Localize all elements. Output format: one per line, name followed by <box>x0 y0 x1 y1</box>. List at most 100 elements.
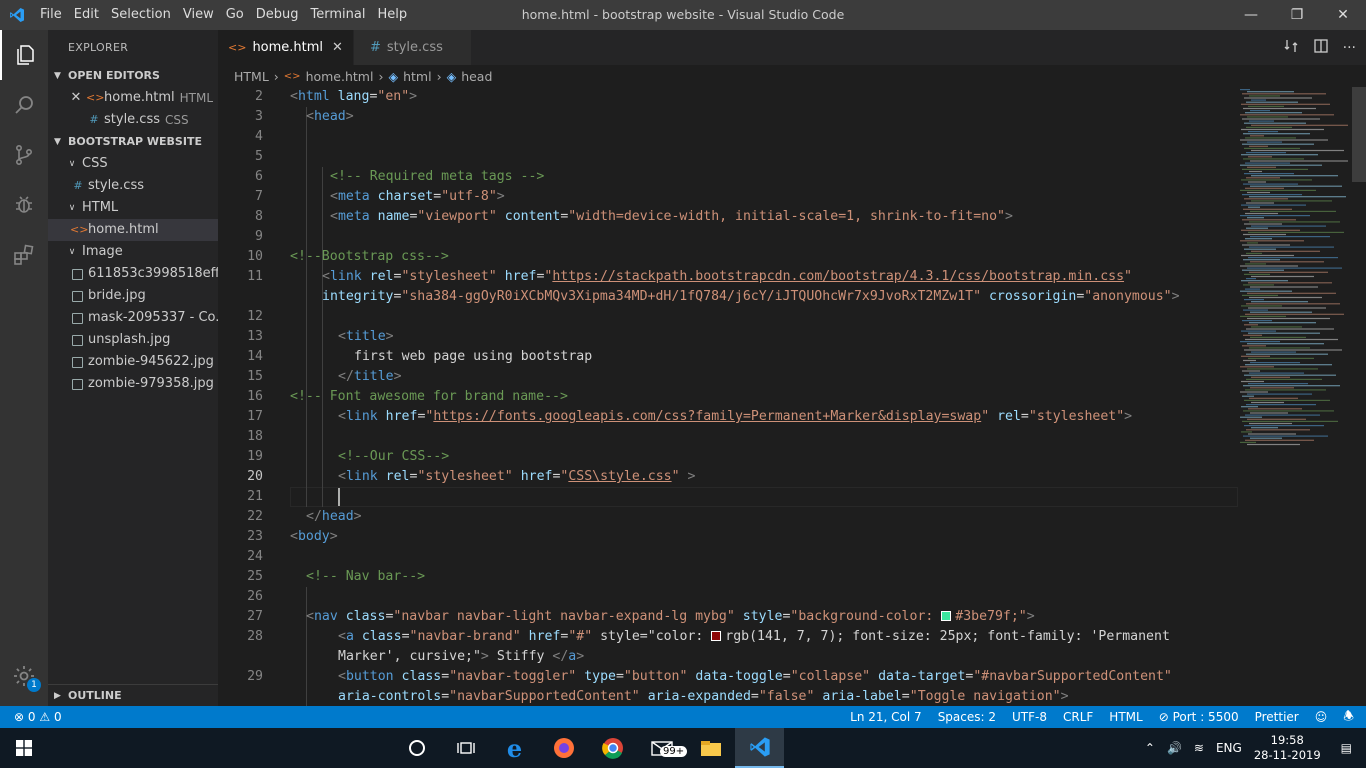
clock[interactable]: 19:58 28-11-2019 <box>1248 733 1327 763</box>
split-editor-icon[interactable] <box>1313 38 1329 58</box>
open-editors-header[interactable]: ▼ OPEN EDITORS <box>48 65 218 87</box>
restore-button[interactable]: ❐ <box>1274 0 1320 30</box>
folder-html[interactable]: ∨ HTML <box>48 197 218 219</box>
more-actions-icon[interactable]: ··· <box>1343 40 1356 56</box>
line-number <box>218 687 263 706</box>
windows-start-icon[interactable] <box>0 728 48 768</box>
live-server-port[interactable]: ⊘ Port : 5500 <box>1151 710 1247 724</box>
code-editor[interactable]: 2 <html lang="en"> 3 <head> 4 5 6 <!-- Required… <box>218 87 1238 706</box>
line-number: 8 <box>255 209 263 224</box>
minimize-button[interactable]: — <box>1228 0 1274 30</box>
image-file-icon <box>72 290 83 302</box>
restore-icon: ❐ <box>1290 7 1304 23</box>
file-explorer-icon[interactable] <box>686 728 735 768</box>
menu-view[interactable]: View <box>177 0 220 30</box>
minimap[interactable] <box>1238 87 1366 706</box>
notifications-icon[interactable]: ▤ <box>1327 741 1366 755</box>
file-home-html[interactable]: <> home.html <box>48 219 218 241</box>
search-icon[interactable] <box>0 80 48 130</box>
edge-icon[interactable]: e <box>490 728 539 768</box>
line-number: 29 <box>247 669 263 684</box>
folder-image[interactable]: ∨ Image <box>48 241 218 263</box>
code-line: <!-- Font awesome for brand name--> <box>290 389 568 404</box>
menu-debug[interactable]: Debug <box>250 0 305 30</box>
line-number: 12 <box>247 309 263 324</box>
css-file-icon: # <box>89 113 99 126</box>
language-indicator[interactable]: ENG <box>1210 741 1248 755</box>
encoding[interactable]: UTF-8 <box>1004 710 1055 724</box>
cursor-position[interactable]: Ln 21, Col 7 <box>842 710 930 724</box>
status-bar: ⊗ 0 ⚠ 0 Ln 21, Col 7 Spaces: 2 UTF-8 CRL… <box>0 706 1366 728</box>
close-button[interactable]: ✕ <box>1320 0 1366 30</box>
file-image[interactable]: unsplash.jpg <box>48 329 218 351</box>
menu-help[interactable]: Help <box>371 0 413 30</box>
color-swatch[interactable] <box>711 631 722 641</box>
chrome-icon[interactable] <box>588 728 637 768</box>
line-number: 14 <box>247 349 263 364</box>
port-icon: ⊘ <box>1158 710 1169 724</box>
mail-icon[interactable]: 99+ <box>637 728 688 768</box>
code-line: </title> <box>338 369 402 384</box>
line-number: 9 <box>255 229 263 244</box>
image-file-icon <box>72 268 83 280</box>
chevron-down-icon: ▼ <box>54 71 61 81</box>
breadcrumb: HTML › <> home.html › ◈ html › ◈ head <box>218 65 1366 87</box>
breadcrumb-item[interactable]: home.html <box>306 69 374 84</box>
chevron-right-icon: › <box>273 68 279 84</box>
close-icon[interactable]: ✕ <box>332 40 343 55</box>
breadcrumb-item[interactable]: html <box>403 69 431 84</box>
end-of-line[interactable]: CRLF <box>1055 710 1101 724</box>
breadcrumb-item[interactable]: HTML <box>234 69 269 84</box>
element-icon: ◈ <box>446 68 457 84</box>
cortana-icon[interactable] <box>392 728 441 768</box>
editor-tabs: <> home.html ✕ # style.css ··· <box>218 30 1366 65</box>
file-style-css[interactable]: # style.css <box>48 175 218 197</box>
open-editor-home[interactable]: ✕ <> home.html HTML <box>48 87 218 109</box>
code-line: </head> <box>306 509 362 524</box>
project-header[interactable]: ▼ BOOTSTRAP WEBSITE <box>48 131 218 153</box>
language-mode[interactable]: HTML <box>1101 710 1150 724</box>
code-line: <nav class="navbar navbar-light navbar-e… <box>306 609 1035 624</box>
indentation[interactable]: Spaces: 2 <box>930 710 1004 724</box>
debug-icon[interactable] <box>0 180 48 230</box>
tab-style-css[interactable]: # style.css <box>353 30 472 65</box>
firefox-icon[interactable] <box>539 728 588 768</box>
line-number: 19 <box>247 449 263 464</box>
menu-terminal[interactable]: Terminal <box>305 0 372 30</box>
vscode-taskbar-icon[interactable] <box>735 728 784 768</box>
folder-css[interactable]: ∨ CSS <box>48 153 218 175</box>
file-image[interactable]: 611853c3998518eff... <box>48 263 218 285</box>
gear-icon[interactable]: 1 <box>0 656 48 696</box>
volume-icon[interactable]: 🔊 <box>1161 741 1188 755</box>
color-swatch[interactable] <box>941 611 952 621</box>
compare-icon[interactable] <box>1283 38 1299 58</box>
close-icon[interactable]: ✕ <box>68 87 84 109</box>
tab-home-html[interactable]: <> home.html ✕ <box>218 30 354 65</box>
bell-icon[interactable]: 🕭 <box>1335 707 1366 728</box>
outline-header[interactable]: ▶ OUTLINE <box>48 684 218 706</box>
line-number <box>218 647 263 667</box>
file-image[interactable]: bride.jpg <box>48 285 218 307</box>
source-control-icon[interactable] <box>0 130 48 180</box>
file-image[interactable]: zombie-945622.jpg <box>48 351 218 373</box>
task-view-icon[interactable] <box>441 728 490 768</box>
extensions-icon[interactable] <box>0 230 48 280</box>
file-image[interactable]: mask-2095337 - Co... <box>48 307 218 329</box>
code-line: <meta charset="utf-8"> <box>330 189 505 204</box>
problems-indicator[interactable]: ⊗ 0 ⚠ 0 <box>0 710 70 724</box>
menu-file[interactable]: File <box>34 0 68 30</box>
menu-go[interactable]: Go <box>220 0 250 30</box>
prettier-status[interactable]: Prettier <box>1247 710 1307 724</box>
code-line: <link href="https://fonts.googleapis.com… <box>338 409 1133 424</box>
file-image[interactable]: zombie-979358.jpg <box>48 373 218 395</box>
files-icon[interactable] <box>0 30 48 80</box>
menu-selection[interactable]: Selection <box>105 0 177 30</box>
feedback-icon[interactable]: ☺ <box>1307 710 1336 724</box>
breadcrumb-item[interactable]: head <box>461 69 492 84</box>
chevron-up-icon[interactable]: ⌃ <box>1139 741 1161 755</box>
line-number: 27 <box>247 609 263 624</box>
wifi-icon[interactable]: ≋ <box>1188 741 1210 755</box>
code-line: <!-- Nav bar--> <box>306 569 426 584</box>
open-editor-style[interactable]: # style.css CSS <box>48 109 218 131</box>
menu-edit[interactable]: Edit <box>68 0 105 30</box>
